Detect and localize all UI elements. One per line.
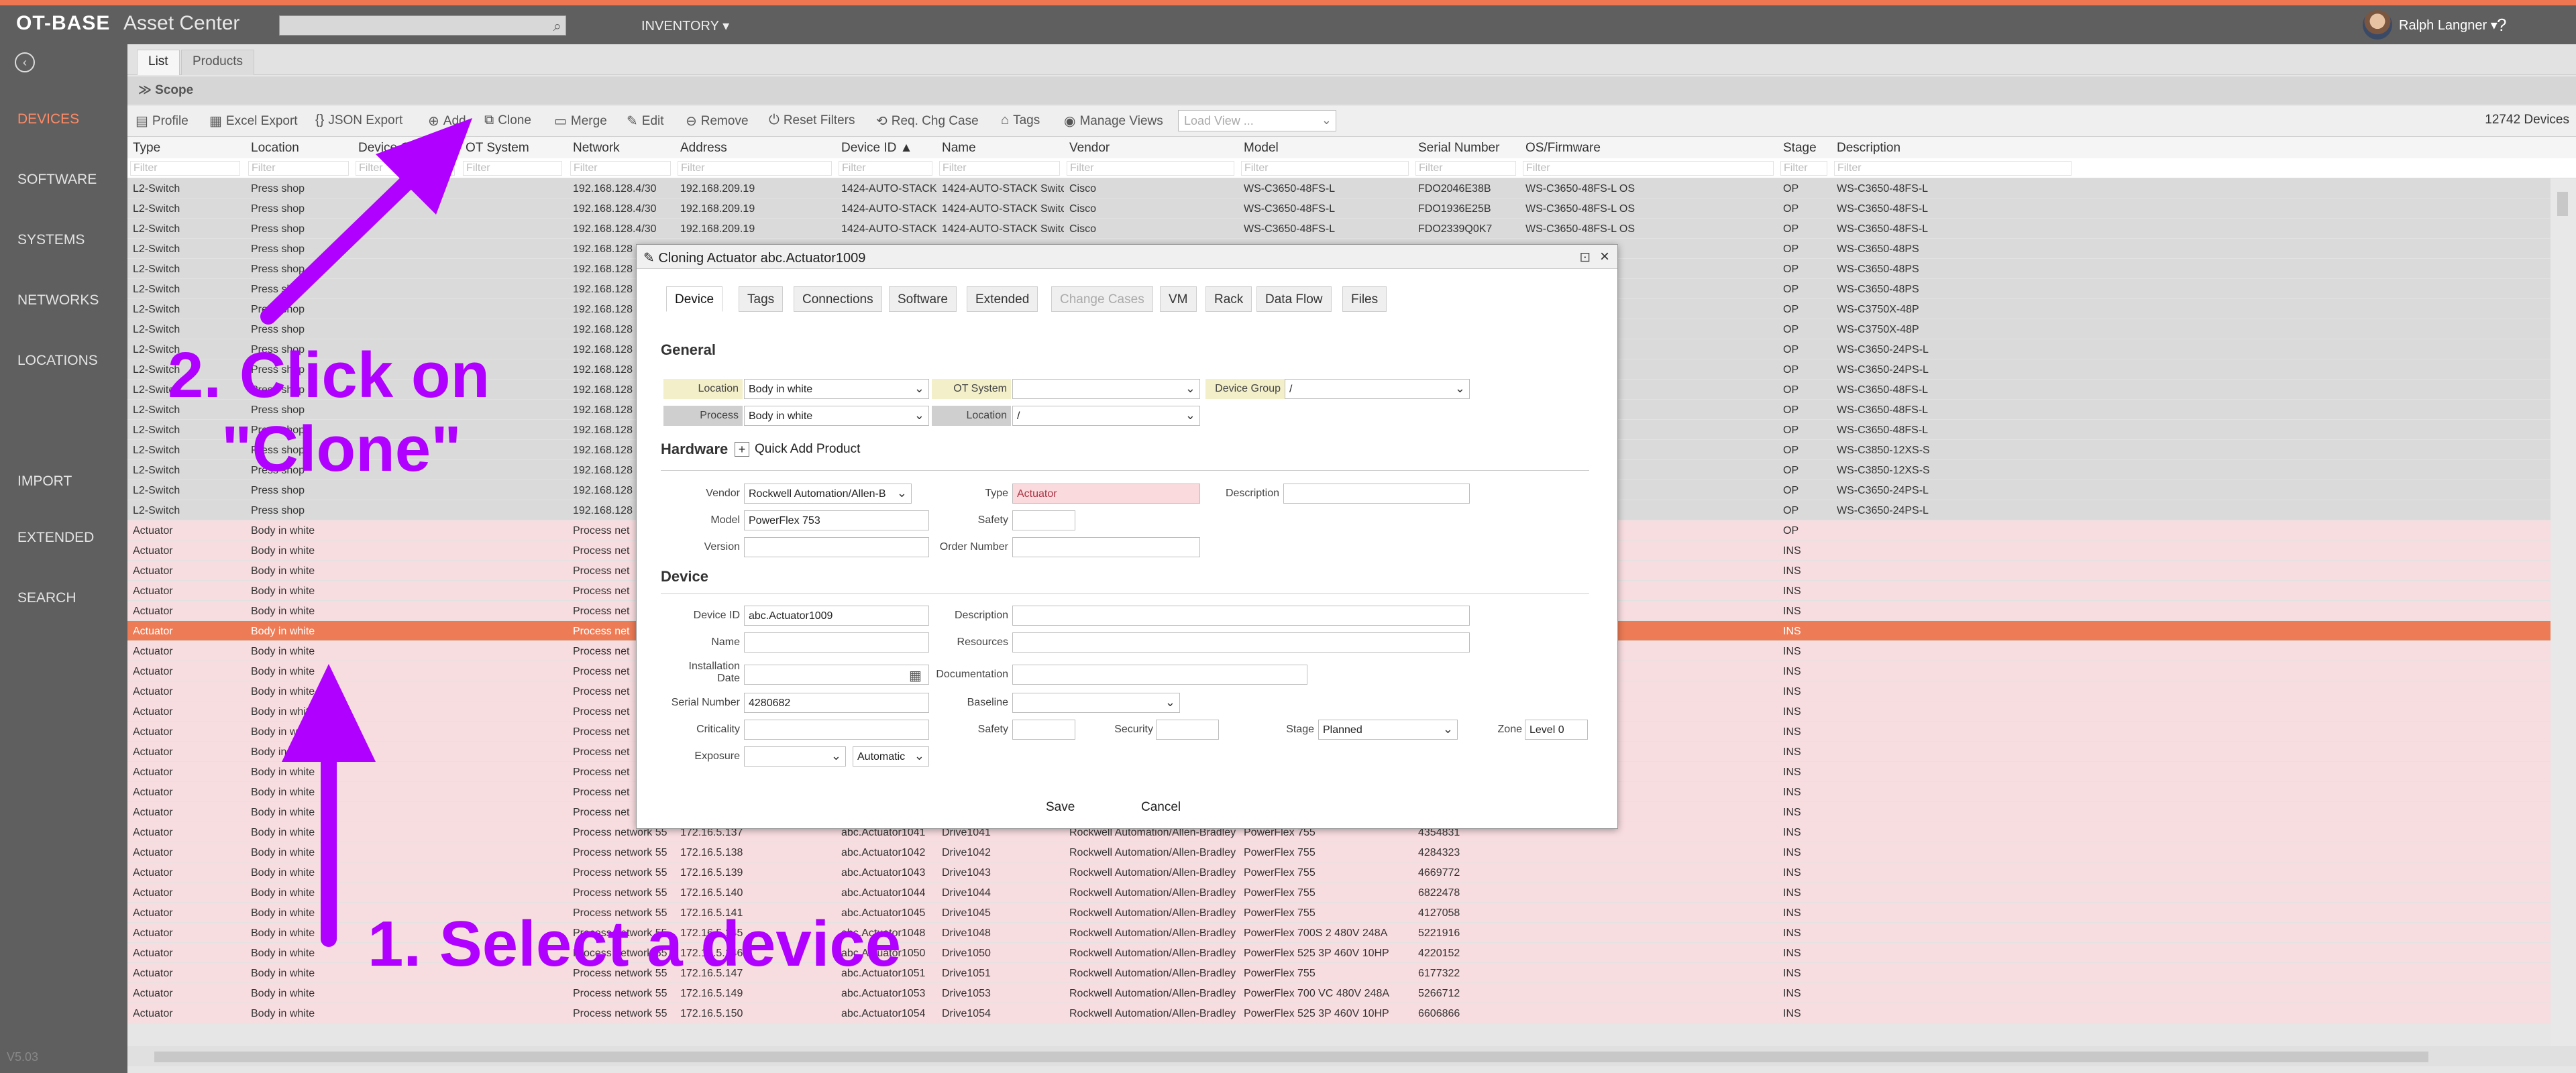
annotation-arrow-clone [260, 118, 472, 325]
annotation-step2-line1: 2. Click on [168, 339, 490, 411]
annotation-step1: 1. Select a device [368, 908, 902, 980]
annotation-step2-line2: "Clone" [221, 413, 462, 485]
annotation-arrow-select [282, 664, 376, 947]
